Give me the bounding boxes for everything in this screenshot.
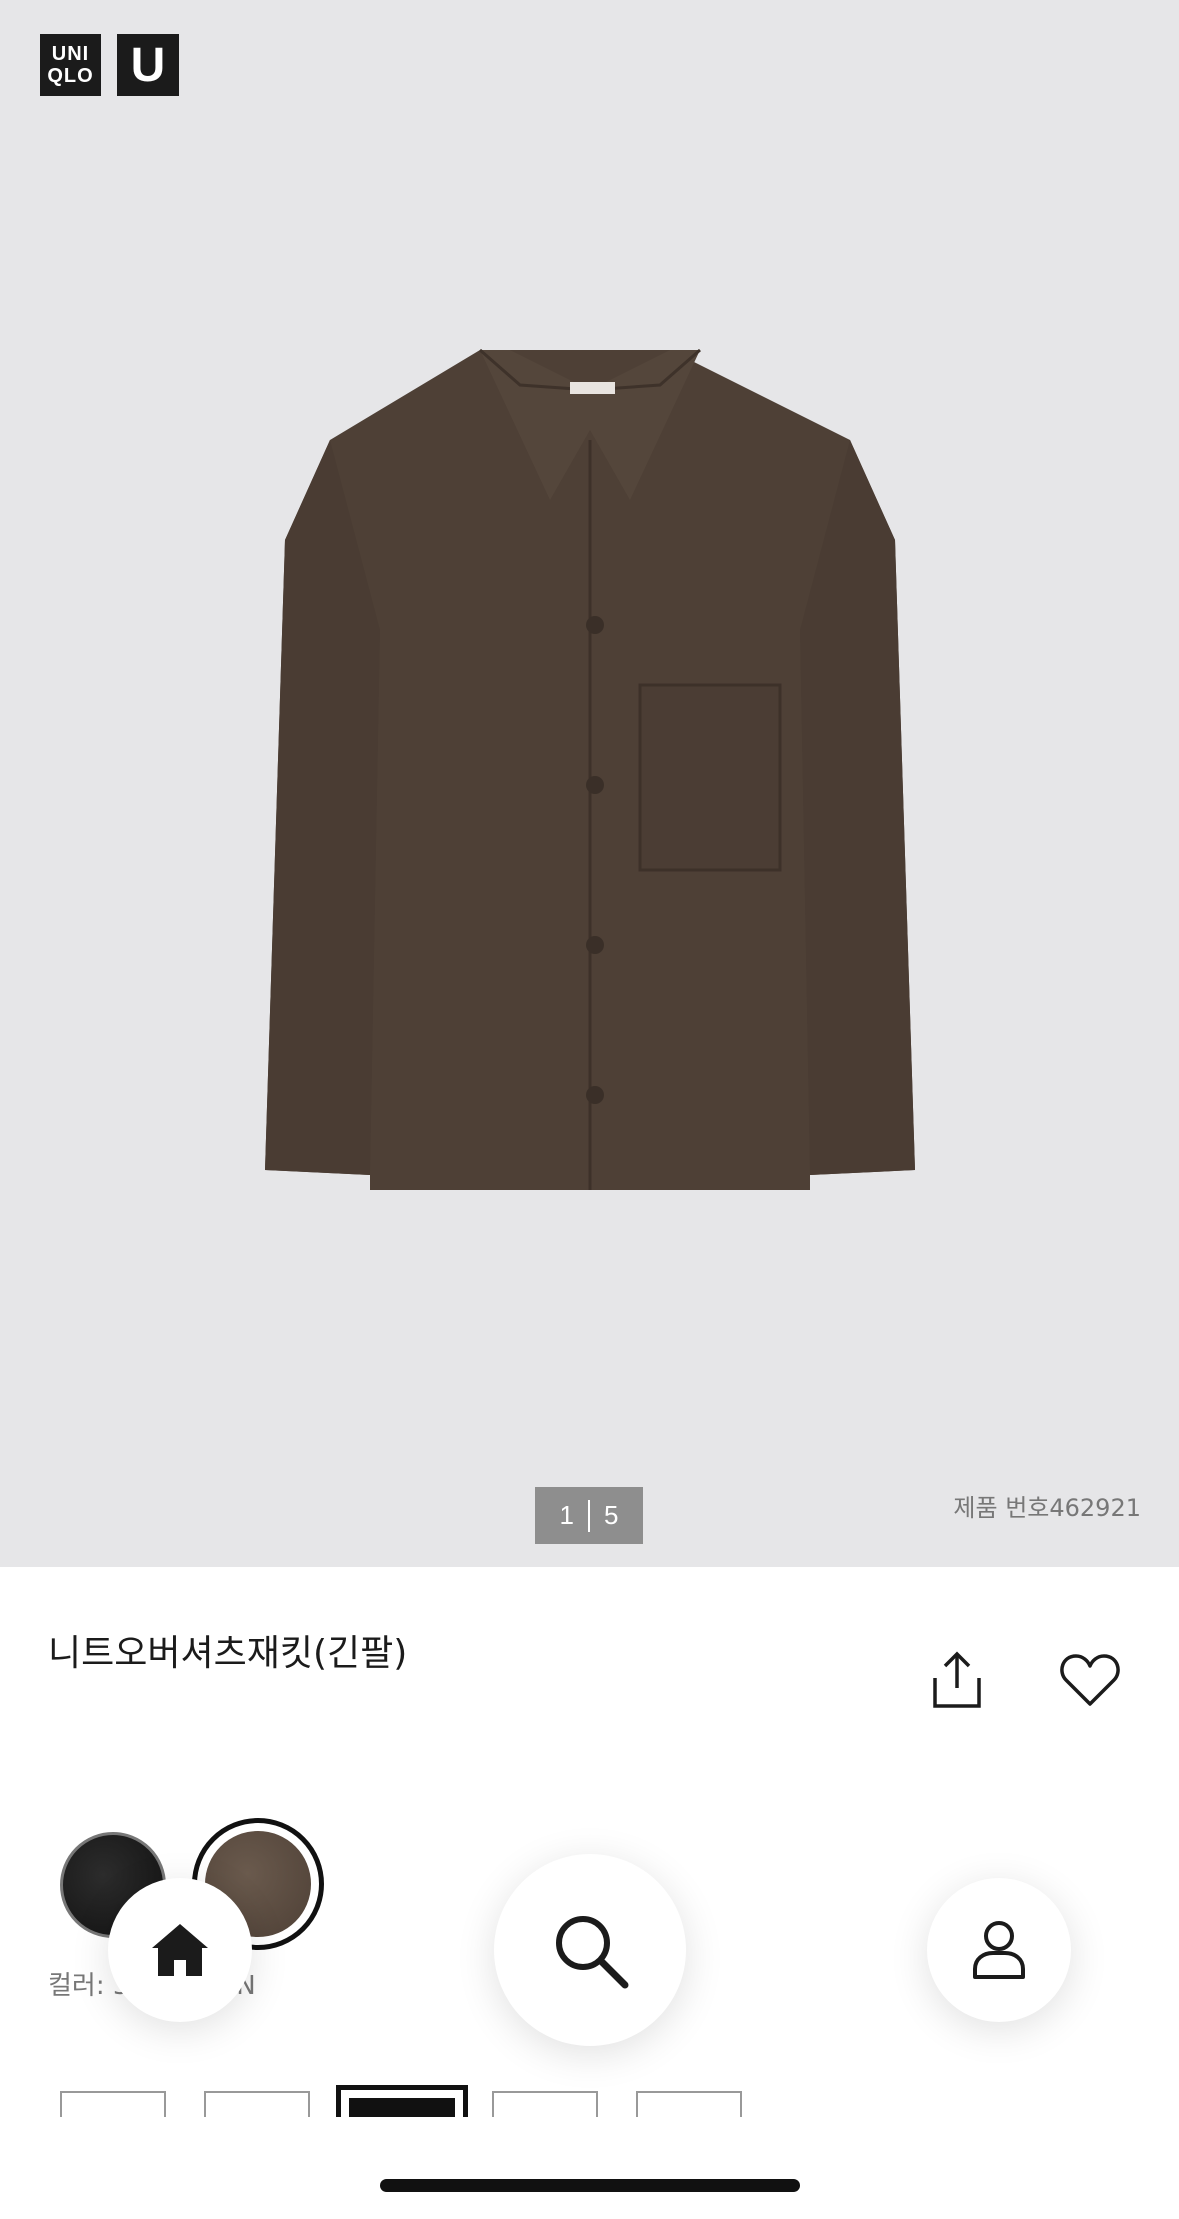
- person-icon: [973, 1921, 1025, 1979]
- share-icon: [933, 1651, 981, 1708]
- size-option-selected[interactable]: [336, 2085, 468, 2117]
- pager-current: 1: [559, 1500, 574, 1530]
- account-button[interactable]: [927, 1878, 1071, 2022]
- size-selector-row: [0, 2085, 1179, 2117]
- uniqlo-u-logo: UNI QLO U: [40, 34, 179, 96]
- product-number: 제품 번호462921: [953, 1494, 1141, 1522]
- product-title: 니트오버셔츠재킷(긴팔): [48, 1633, 408, 1674]
- favorite-button[interactable]: [1058, 1648, 1122, 1712]
- pager-separator: [588, 1499, 590, 1532]
- home-icon: [152, 1924, 208, 1976]
- pager-total: 5: [604, 1500, 619, 1530]
- home-button[interactable]: [108, 1878, 252, 2022]
- size-option[interactable]: [492, 2091, 598, 2117]
- size-option[interactable]: [204, 2091, 310, 2117]
- uniqlo-logo: UNI QLO: [40, 34, 101, 96]
- search-button[interactable]: [494, 1854, 686, 2046]
- u-logo: U: [117, 34, 179, 96]
- gallery-pager: 1 5: [535, 1487, 643, 1544]
- search-icon: [556, 1916, 629, 1989]
- share-button[interactable]: [925, 1648, 989, 1712]
- size-option[interactable]: [60, 2091, 166, 2117]
- size-option[interactable]: [636, 2091, 742, 2117]
- product-photo-jacket: [265, 348, 915, 1190]
- heart-icon: [1060, 1654, 1120, 1706]
- home-indicator-bar[interactable]: [380, 2179, 800, 2192]
- product-image-gallery[interactable]: UNI QLO U 1 5 제품 번호462921: [0, 0, 1179, 1567]
